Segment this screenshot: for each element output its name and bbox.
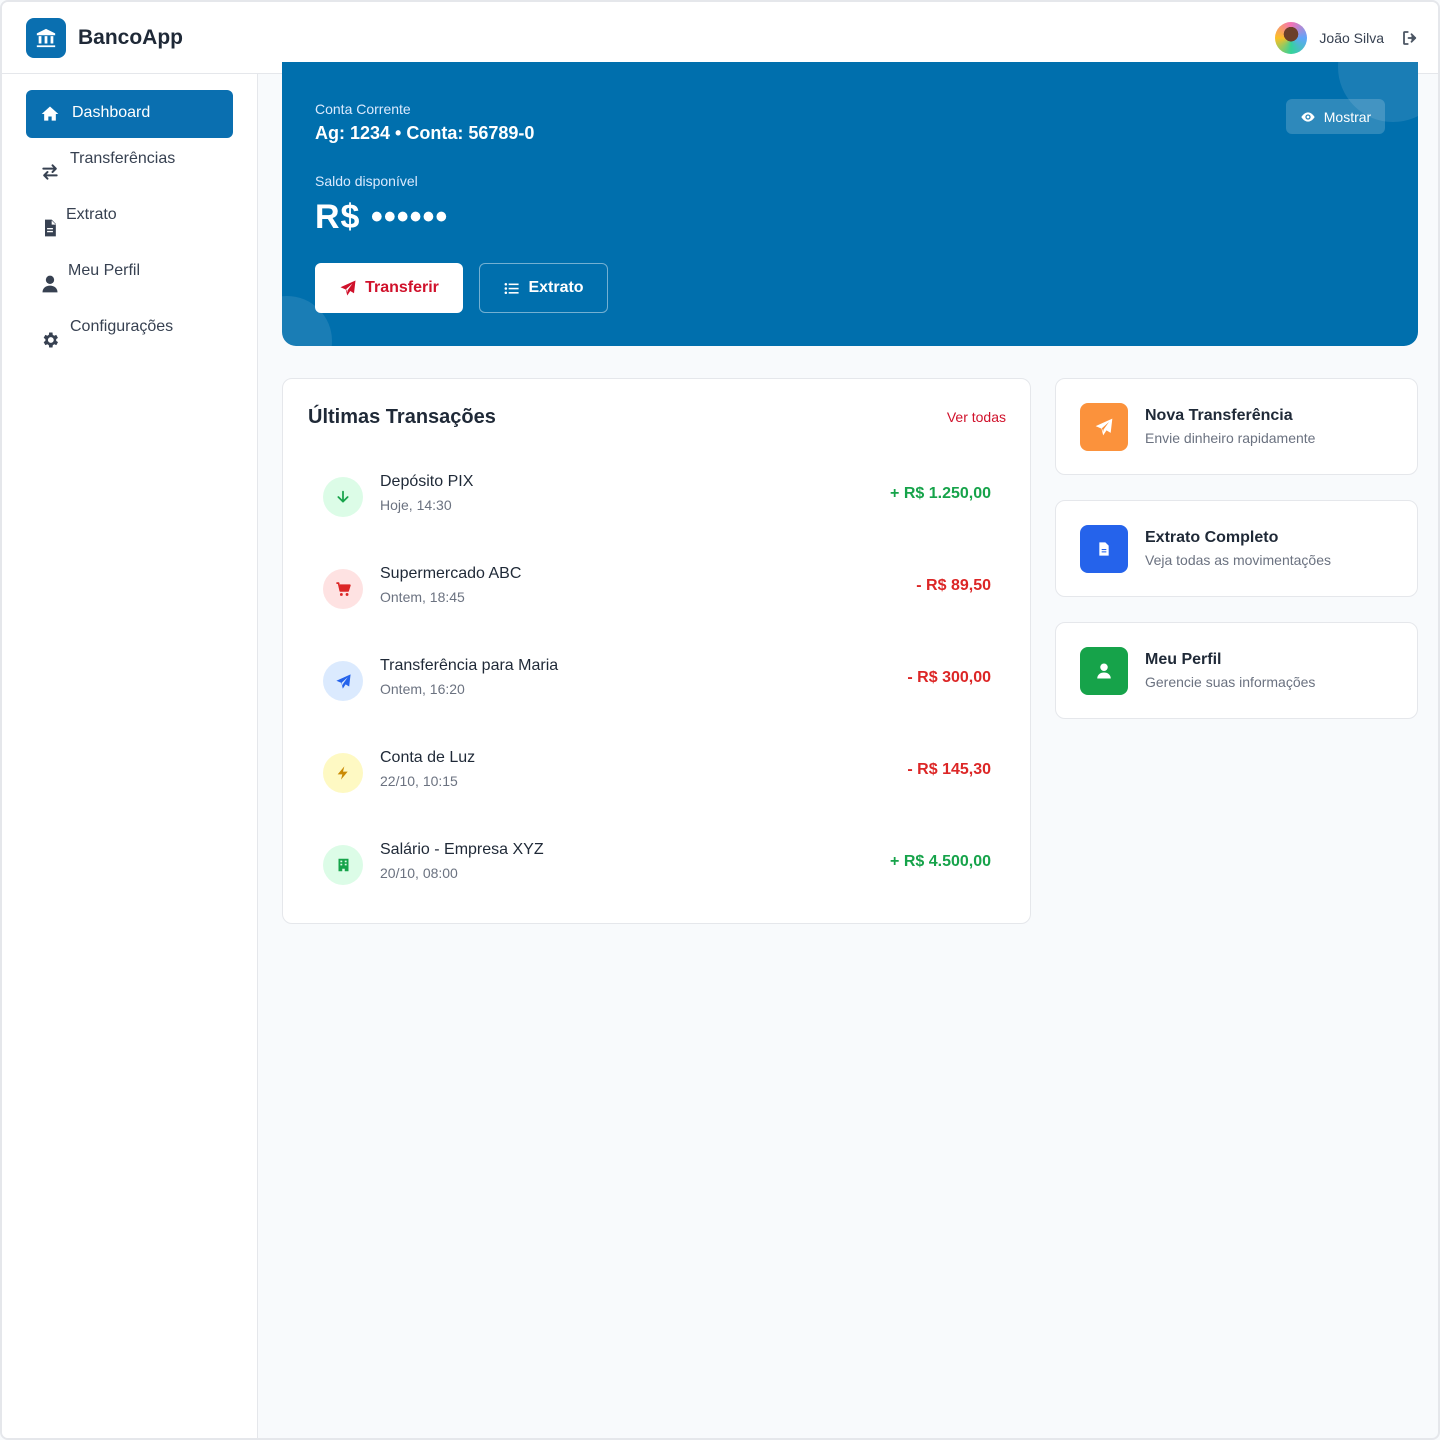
- app-window: BancoApp João Silva Dashboard Transferên…: [0, 0, 1440, 1440]
- show-balance-button[interactable]: Mostrar: [1286, 99, 1385, 134]
- transactions-card: Últimas Transações Ver todas Depósito PI…: [282, 378, 1031, 924]
- transaction-name: Depósito PIX: [380, 473, 474, 490]
- show-balance-label: Mostrar: [1323, 108, 1372, 125]
- transfer-button[interactable]: Transferir: [315, 263, 463, 313]
- transaction-date: 20/10, 08:00: [380, 865, 458, 881]
- quick-action-full-statement[interactable]: Extrato Completo Veja todas as movimenta…: [1055, 500, 1418, 597]
- statement-label: Extrato: [528, 279, 584, 296]
- transaction-row[interactable]: Conta de Luz 22/10, 10:15 - R$ 145,30: [323, 749, 991, 805]
- transaction-row[interactable]: Transferência para Maria Ontem, 16:20 - …: [323, 657, 991, 713]
- quick-action-icon-badge: [1080, 403, 1128, 451]
- transactions-title: Últimas Transações: [308, 406, 496, 428]
- bolt-icon: [337, 766, 348, 780]
- home-icon: [41, 106, 59, 121]
- exchange-icon: [42, 164, 58, 180]
- account-number: Ag: 1234 • Conta: 56789-0: [315, 123, 535, 143]
- sidebar-item-label: Extrato: [66, 206, 117, 223]
- transaction-amount: - R$ 145,30: [907, 761, 991, 778]
- quick-action-my-profile[interactable]: Meu Perfil Gerencie suas informações: [1055, 622, 1418, 719]
- user-menu[interactable]: João Silva: [1275, 22, 1420, 54]
- transaction-name: Supermercado ABC: [380, 565, 522, 582]
- transaction-row[interactable]: Supermercado ABC Ontem, 18:45 - R$ 89,50: [323, 565, 991, 621]
- sidebar: Dashboard Transferências Extrato Meu Per…: [2, 74, 258, 1438]
- transaction-amount: + R$ 4.500,00: [890, 853, 991, 870]
- building-icon: [338, 858, 348, 872]
- transaction-name: Salário - Empresa XYZ: [380, 841, 544, 858]
- quick-action-title: Extrato Completo: [1145, 529, 1279, 546]
- transaction-name: Conta de Luz: [380, 749, 476, 766]
- transaction-name: Transferência para Maria: [380, 657, 559, 674]
- sidebar-item-label: Configurações: [70, 318, 174, 335]
- balance-label: Saldo disponível: [315, 173, 418, 189]
- avatar[interactable]: [1275, 22, 1308, 54]
- transaction-date: 22/10, 10:15: [380, 773, 458, 789]
- user-icon: [42, 275, 58, 293]
- quick-action-new-transfer[interactable]: Nova Transferência Envie dinheiro rapida…: [1055, 378, 1418, 475]
- transaction-date: Ontem, 18:45: [380, 589, 465, 605]
- quick-action-subtitle: Envie dinheiro rapidamente: [1145, 430, 1316, 446]
- sidebar-item-extrato[interactable]: Extrato: [26, 200, 233, 248]
- transaction-row[interactable]: Depósito PIX Hoje, 14:30 + R$ 1.250,00: [323, 473, 991, 529]
- transaction-date: Hoje, 14:30: [380, 497, 452, 513]
- quick-action-title: Nova Transferência: [1145, 407, 1293, 424]
- cart-icon: [335, 581, 351, 596]
- sidebar-item-meu-perfil[interactable]: Meu Perfil: [26, 256, 233, 304]
- user-name: João Silva: [1319, 30, 1384, 46]
- quick-action-icon-badge: [1080, 525, 1128, 573]
- quick-action-icon-badge: [1080, 647, 1128, 695]
- app-name: BancoApp: [78, 26, 183, 49]
- sidebar-item-dashboard[interactable]: Dashboard: [26, 90, 233, 138]
- transaction-icon-badge: [323, 753, 363, 793]
- eye-icon: [1301, 111, 1315, 122]
- paper-plane-icon: [335, 673, 351, 689]
- sidebar-item-label: Dashboard: [72, 104, 151, 121]
- sidebar-item-label: Meu Perfil: [68, 262, 141, 279]
- logout-icon[interactable]: [1400, 29, 1420, 47]
- sidebar-item-configuracoes[interactable]: Configurações: [26, 312, 233, 360]
- account-card: Conta Corrente Ag: 1234 • Conta: 56789-0…: [282, 62, 1418, 346]
- balance-value: R$ ••••••: [315, 198, 449, 236]
- gear-icon: [43, 332, 58, 348]
- sidebar-item-label: Transferências: [70, 150, 176, 167]
- arrow-down-icon: [337, 490, 349, 503]
- list-icon: [504, 282, 520, 294]
- transaction-row[interactable]: Salário - Empresa XYZ 20/10, 08:00 + R$ …: [323, 841, 991, 897]
- paper-plane-icon: [340, 280, 356, 296]
- transaction-amount: - R$ 300,00: [907, 669, 991, 686]
- quick-action-title: Meu Perfil: [1145, 651, 1222, 668]
- transaction-amount: - R$ 89,50: [916, 577, 991, 594]
- bank-logo[interactable]: [26, 18, 66, 58]
- statement-button[interactable]: Extrato: [479, 263, 608, 313]
- transaction-icon-badge: [323, 845, 363, 885]
- paper-plane-icon: [1095, 418, 1113, 436]
- transaction-icon-badge: [323, 661, 363, 701]
- transaction-icon-badge: [323, 477, 363, 517]
- transfer-label: Transferir: [365, 279, 439, 296]
- quick-action-subtitle: Gerencie suas informações: [1145, 674, 1316, 690]
- quick-action-subtitle: Veja todas as movimentações: [1145, 552, 1331, 568]
- account-type: Conta Corrente: [315, 101, 411, 117]
- user-icon: [1097, 663, 1111, 679]
- transaction-amount: + R$ 1.250,00: [890, 485, 991, 502]
- view-all-link[interactable]: Ver todas: [947, 409, 1006, 425]
- document-icon: [1099, 542, 1109, 556]
- transaction-icon-badge: [323, 569, 363, 609]
- document-icon: [45, 219, 56, 237]
- sidebar-item-transferencias[interactable]: Transferências: [26, 144, 233, 192]
- bank-icon: [36, 28, 56, 48]
- transaction-date: Ontem, 16:20: [380, 681, 465, 697]
